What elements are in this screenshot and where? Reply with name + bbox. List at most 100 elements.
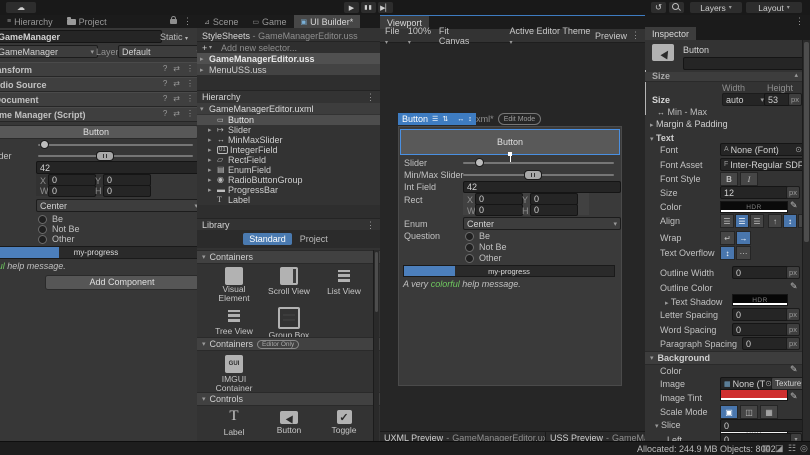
library-item-group-box[interactable]: Group Box — [265, 307, 313, 340]
object-picker-icon[interactable]: ⊙ — [795, 145, 802, 154]
tab-inspector[interactable]: Inspector — [645, 27, 697, 40]
expander-icon[interactable]: ▸ — [208, 186, 212, 194]
slider-handle[interactable] — [40, 140, 49, 149]
step-button[interactable]: ▶▏ — [378, 2, 393, 13]
pause-button[interactable]: ▮▮ — [361, 2, 376, 13]
slice-left-field[interactable]: 0 — [720, 433, 796, 441]
radio-be[interactable]: Be — [38, 214, 63, 224]
help-icon[interactable]: ? — [163, 79, 167, 88]
expander-icon[interactable]: ▸ — [208, 176, 212, 184]
uss-item-1[interactable]: ▸ GameManagerEditor.uss — [197, 53, 380, 64]
uxml-root-row[interactable]: ▾ GameManagerEditor.uxml — [197, 103, 380, 114]
scale-crop-icon[interactable]: ◫ — [740, 405, 758, 419]
presets-icon[interactable]: ⇄ — [173, 109, 180, 118]
wrap-normal-icon[interactable]: ↵ — [720, 231, 735, 245]
zoom-dropdown[interactable]: 100% ▾ — [408, 26, 435, 46]
expander-icon[interactable]: ▸ — [208, 136, 212, 144]
tab-hierarchy[interactable]: ≡ Hierarchy — [0, 15, 60, 28]
library-item-label[interactable]: T Label — [210, 408, 258, 437]
library-item-tree-view[interactable]: Tree View — [210, 307, 258, 336]
px-unit-badge[interactable]: px — [786, 337, 800, 350]
activity-icon[interactable]: ◎ — [800, 443, 808, 454]
tree-item-radiobuttongroup[interactable]: ▸ ◉ RadioButtonGroup — [197, 175, 380, 185]
unit-dropdown[interactable]: ▾ — [790, 433, 802, 441]
flex-column-icon[interactable]: ☰ — [432, 115, 438, 123]
wrap-nowrap-icon[interactable]: → — [736, 231, 751, 245]
bold-button[interactable]: B — [720, 172, 738, 186]
px-unit-badge[interactable]: px — [786, 323, 800, 336]
expander-icon[interactable]: ▸ — [208, 156, 212, 164]
paragraph-spacing-field[interactable]: 0 — [742, 337, 792, 350]
tab-game[interactable]: ▭ Game — [245, 15, 293, 28]
canvas-enum-dropdown[interactable]: Center ▾ — [463, 217, 621, 230]
int-field[interactable]: 42 — [36, 161, 197, 174]
panel-menu-icon[interactable]: ⋮ — [795, 15, 810, 27]
library-scrollbar[interactable] — [373, 250, 379, 441]
tree-item-enumfield[interactable]: ▸ ▤ EnumField — [197, 165, 380, 175]
word-spacing-field[interactable]: 0 — [732, 323, 792, 336]
canvas-slider-track[interactable] — [463, 162, 614, 164]
tree-item-progressbar[interactable]: ▸ ▬ ProgressBar — [197, 185, 380, 195]
italic-button[interactable]: I — [740, 172, 758, 186]
text-color-swatch[interactable]: HDR — [720, 201, 788, 213]
undo-history-button[interactable]: ↺ — [651, 2, 666, 13]
add-icon[interactable]: + — [202, 43, 207, 53]
tree-item-integerfield[interactable]: ▸ 01 IntegerField — [197, 145, 380, 155]
services-icon[interactable]: ☷ — [788, 443, 796, 454]
slice-foldout[interactable]: ▾ Slice — [655, 420, 681, 430]
canvas-selected-element-header[interactable]: Button ☰ ⇅ ↔ ↕ — [398, 113, 476, 125]
margin-padding-foldout[interactable]: ▸ Margin & Padding — [650, 119, 728, 129]
tree-item-button[interactable]: ▭ Button — [197, 115, 380, 125]
canvas-minmax-handle[interactable] — [524, 170, 542, 180]
canvas-radio-be[interactable]: Be — [465, 231, 490, 241]
console-message-icon[interactable]: ▤ — [762, 443, 771, 454]
tab-project[interactable]: Project — [60, 15, 114, 28]
library-item-toggle[interactable]: ✓ Toggle — [320, 408, 368, 435]
menu-icon[interactable]: ⋮ — [186, 79, 194, 88]
align-center-icon[interactable]: ☰ — [735, 214, 749, 228]
font-size-field[interactable]: 12 — [720, 186, 792, 199]
library-item-button[interactable]: Button — [265, 408, 313, 435]
help-icon[interactable]: ? — [163, 109, 167, 118]
canvas-slider-handle[interactable] — [475, 158, 484, 167]
collab-icon[interactable]: ◪ — [775, 443, 784, 454]
slice-field[interactable]: 0 — [720, 419, 808, 432]
overflow-clip-icon[interactable]: ↕ — [720, 246, 735, 260]
radio-not-be[interactable]: Not Be — [38, 224, 80, 234]
presets-icon[interactable]: ⇄ — [173, 94, 180, 103]
layer-dropdown[interactable]: Default▾ — [118, 45, 197, 58]
help-icon[interactable]: ? — [163, 64, 167, 73]
expander-icon[interactable]: ▸ — [200, 66, 204, 74]
expander-icon[interactable]: ▸ — [208, 146, 212, 154]
h-field[interactable]: 0 — [103, 185, 151, 197]
panel-menu-icon[interactable]: ⋮ — [183, 16, 192, 27]
align-vertical-icon[interactable]: ↕ — [468, 116, 472, 123]
presets-icon[interactable]: ⇄ — [173, 79, 180, 88]
presets-icon[interactable]: ⇄ — [173, 64, 180, 73]
tree-item-minmaxslider[interactable]: ▸ ↔ MinMaxSlider — [197, 135, 380, 145]
library-item-list-view[interactable]: List View — [320, 267, 368, 296]
tree-item-slider[interactable]: ▸ ↦ Slider — [197, 125, 380, 135]
canvas-int-field[interactable]: 42 — [463, 181, 621, 193]
uxml-canvas[interactable]: Button Slider Min/Max Slider Int Field 4… — [398, 126, 622, 386]
scale-fit-icon[interactable]: ▦ — [760, 405, 778, 419]
preview-toggle[interactable]: Preview — [595, 31, 627, 41]
eyedropper-icon[interactable]: ✎ — [790, 364, 798, 375]
uss-item-2[interactable]: ▸ MenuUSS.uss — [197, 64, 380, 75]
library-tab-standard[interactable]: Standard — [243, 233, 292, 245]
eyedropper-icon[interactable]: ✎ — [790, 281, 798, 292]
panel-menu-icon[interactable]: ⋮ — [631, 30, 640, 41]
canvas-button-element[interactable]: Button — [400, 129, 620, 163]
scale-stretch-icon[interactable]: ▣ — [720, 405, 738, 419]
align-horizontal-icon[interactable]: ↔ — [457, 116, 464, 123]
canvas-h-field[interactable]: 0 — [530, 204, 578, 216]
library-item-visual-element[interactable]: Visual Element — [210, 267, 258, 303]
containers-editor-only-header[interactable]: ▾ Containers Editor Only — [197, 337, 380, 351]
text-shadow-foldout[interactable]: ▸ Text Shadow — [665, 297, 722, 307]
slider-track[interactable] — [38, 144, 193, 146]
canvas-radio-other[interactable]: Other — [465, 253, 502, 263]
px-unit-badge[interactable]: px — [786, 308, 800, 321]
component-game-manager-script[interactable]: Game Manager (Script) ?⇄⋮ — [0, 107, 197, 122]
search-button[interactable] — [669, 2, 684, 13]
expander-icon[interactable]: ▾ — [200, 105, 204, 113]
